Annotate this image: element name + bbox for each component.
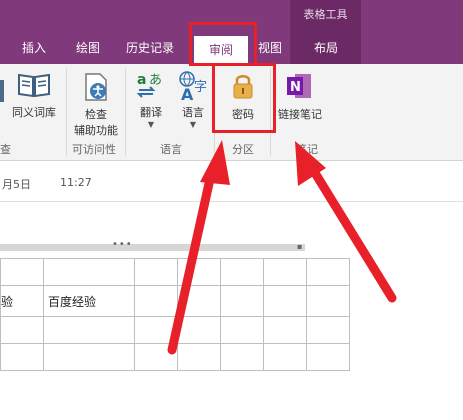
table-cell[interactable] (0, 316, 44, 344)
lock-icon (233, 75, 253, 99)
page-time: 11:27 (60, 176, 92, 189)
table-cell[interactable] (134, 343, 178, 371)
group-label-section: 分区 (232, 143, 254, 156)
group-separator (66, 68, 67, 156)
table-cell[interactable] (263, 316, 307, 344)
table-cell[interactable] (0, 258, 44, 286)
svg-text:あ: あ (149, 73, 162, 88)
accessibility-label-line1: 检查 (85, 108, 107, 121)
svg-text:N: N (290, 80, 301, 95)
title-divider (0, 201, 463, 202)
group-label-truncated: 查 (0, 143, 11, 156)
table-cell[interactable] (43, 258, 135, 286)
drag-dots-icon: ••• (112, 239, 133, 250)
table-cell[interactable] (263, 258, 307, 286)
tab-view[interactable]: 视图 (258, 40, 282, 56)
group-label-accessibility: 可访问性 (72, 143, 116, 156)
tab-review-label: 审阅 (208, 43, 233, 57)
table-cell[interactable] (134, 258, 178, 286)
accessibility-label-line2: 辅助功能 (74, 124, 118, 137)
language-button[interactable]: A 字 语言 ▼ (172, 70, 214, 136)
table-row (0, 343, 350, 371)
table-cell[interactable] (306, 316, 350, 344)
note-table[interactable]: 验 百度经验 (0, 258, 350, 371)
table-cell[interactable] (134, 316, 178, 344)
language-icon: A 字 (179, 71, 207, 102)
accessibility-check-icon (85, 73, 107, 101)
tab-review[interactable]: 审阅 (194, 36, 248, 64)
table-row (0, 258, 350, 286)
translate-label: 翻译 (140, 106, 162, 119)
table-cell[interactable] (43, 343, 135, 371)
table-cell[interactable] (177, 285, 221, 317)
table-cell[interactable] (306, 343, 350, 371)
translate-dropdown-icon: ▼ (147, 120, 155, 129)
table-cell[interactable] (220, 316, 264, 344)
language-dropdown-icon: ▼ (189, 120, 197, 129)
table-cell[interactable]: 百度经验 (43, 285, 135, 317)
table-cell[interactable] (43, 316, 135, 344)
onenote-icon: N (287, 74, 311, 98)
tab-draw[interactable]: 绘图 (76, 40, 100, 56)
svg-text:A: A (181, 85, 194, 102)
svg-text:字: 字 (194, 80, 207, 95)
password-label: 密码 (232, 108, 254, 121)
table-cell[interactable] (134, 285, 178, 317)
table-cell[interactable] (263, 285, 307, 317)
context-group-label: 表格工具 (303, 8, 348, 21)
group-label-notes: 笔记 (296, 143, 318, 156)
group-separator (270, 68, 271, 156)
tab-insert[interactable]: 插入 (22, 40, 46, 56)
translate-icon: a あ (136, 72, 162, 98)
table-move-handle[interactable]: ••• ▪ (0, 239, 305, 251)
resize-handle-icon: ▪ (297, 242, 303, 251)
table-row (0, 316, 350, 344)
group-label-language: 语言 (160, 143, 182, 156)
partial-icon (0, 80, 4, 102)
linked-notes-label: 链接笔记 (278, 108, 322, 121)
table-cell[interactable] (263, 343, 307, 371)
table-cell[interactable] (220, 285, 264, 317)
table-cell[interactable] (177, 258, 221, 286)
translate-button[interactable]: a あ 翻译 ▼ (130, 70, 172, 136)
thesaurus-button[interactable]: 同义词库 (8, 70, 60, 126)
cell-text: 百度经验 (48, 294, 97, 309)
tab-history[interactable]: 历史记录 (126, 40, 174, 56)
table-cell[interactable] (220, 343, 264, 371)
cell-text: 验 (1, 294, 14, 309)
tab-layout[interactable]: 布局 (314, 40, 338, 56)
table-cell[interactable] (177, 316, 221, 344)
table-cell[interactable] (220, 258, 264, 286)
table-row: 验 百度经验 (0, 285, 350, 317)
book-icon (18, 73, 50, 98)
linked-notes-button[interactable]: N 链接笔记 (272, 70, 328, 126)
language-label: 语言 (182, 106, 204, 119)
table-cell[interactable]: 验 (0, 285, 44, 317)
thesaurus-label: 同义词库 (12, 106, 56, 119)
svg-text:a: a (137, 72, 146, 88)
table-cell[interactable] (306, 258, 350, 286)
page-date: 月5日 (2, 178, 31, 191)
check-accessibility-button[interactable]: 检查 辅助功能 (68, 70, 124, 137)
group-separator (125, 68, 126, 156)
table-cell[interactable] (0, 343, 44, 371)
table-cell[interactable] (306, 285, 350, 317)
group-separator (214, 68, 215, 156)
password-button[interactable]: 密码 (218, 70, 268, 126)
table-cell[interactable] (177, 343, 221, 371)
